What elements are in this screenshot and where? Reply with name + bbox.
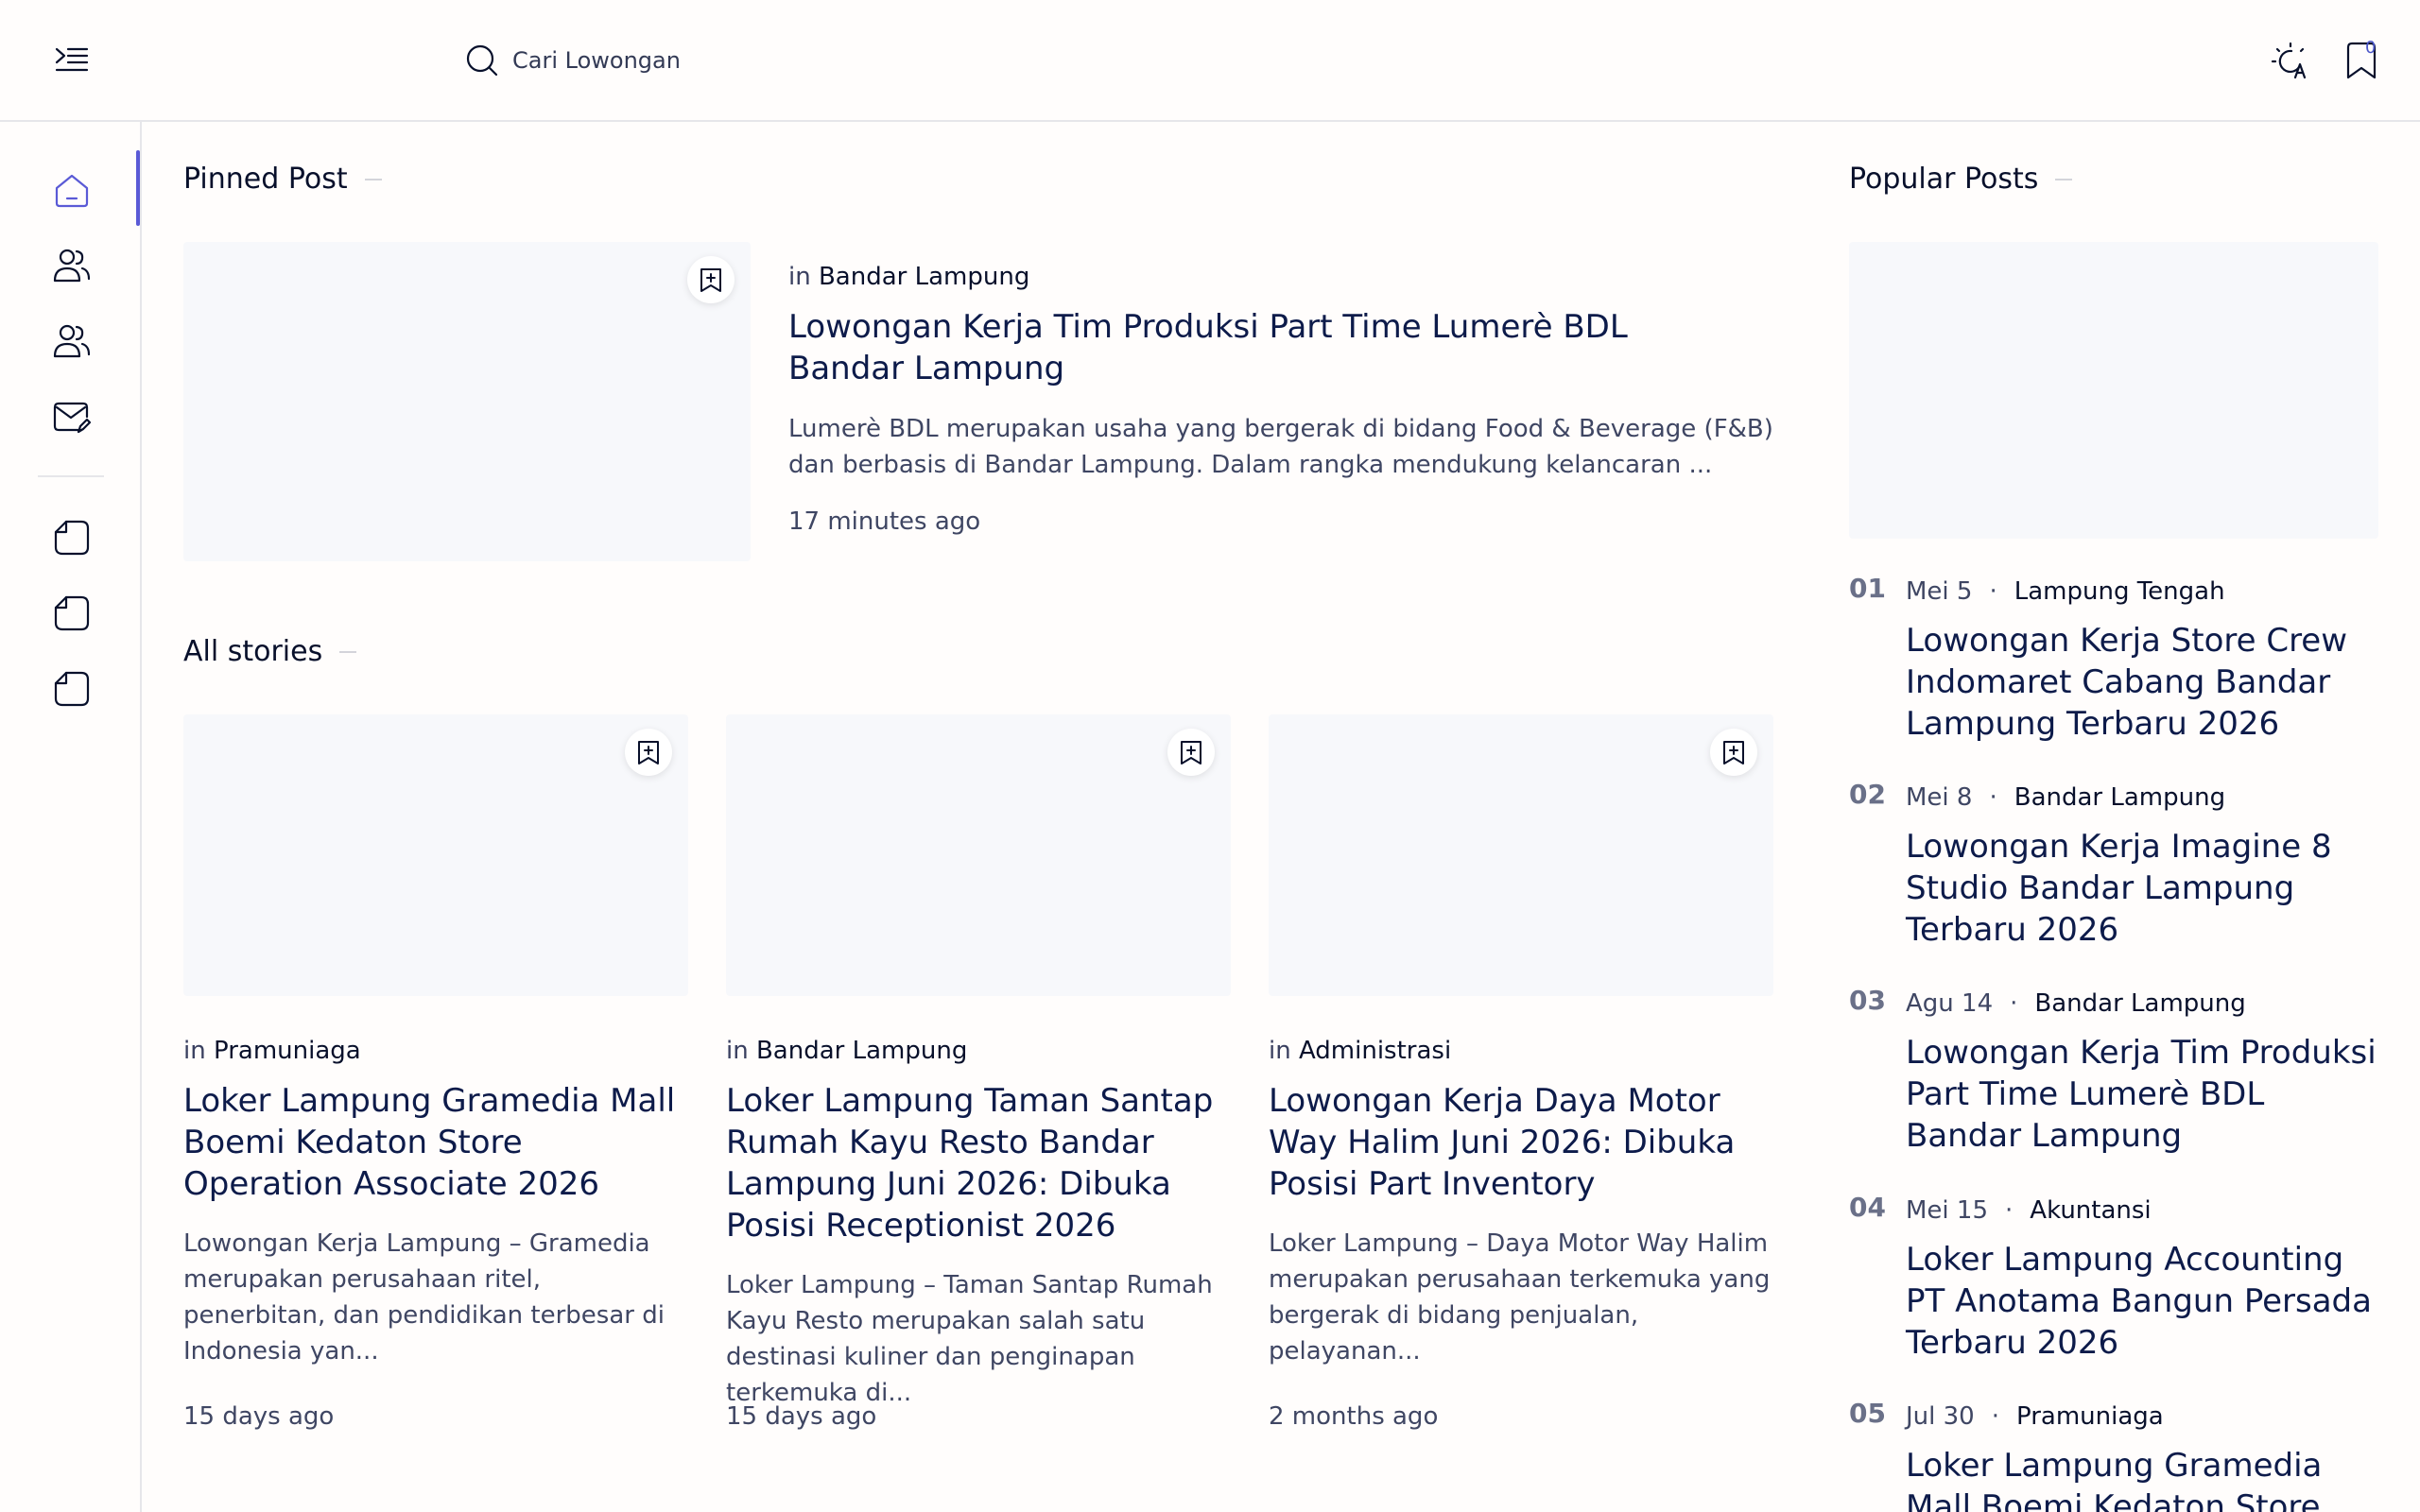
pinned-post-thumbnail[interactable] (183, 242, 751, 561)
story-category: in Pramuniaga (183, 1037, 361, 1065)
popular-date: Agu 14 (1906, 989, 1994, 1018)
popular-meta: Jul 30 · Pramuniaga (1906, 1402, 2164, 1431)
pinned-post-in-label: in (788, 263, 811, 291)
sidebar-item-groups[interactable] (51, 320, 93, 362)
popular-posts-heading-text: Popular Posts (1849, 163, 2039, 196)
popular-rank: 03 (1849, 985, 1886, 1016)
bookmark-add-icon (1723, 741, 1744, 765)
menu-toggle-icon[interactable] (53, 43, 91, 77)
all-stories-heading-text: All stories (183, 635, 323, 668)
bookmark-add-icon (700, 268, 721, 292)
meta-separator: · (1991, 1402, 1999, 1431)
popular-meta: Mei 15 · Akuntansi (1906, 1196, 2152, 1225)
top-header: 0 (0, 0, 2420, 122)
story-save-button[interactable] (625, 729, 672, 776)
bookmark-add-icon (638, 741, 659, 765)
story-title[interactable]: Lowongan Kerja Daya Motor Way Halim Juni… (1269, 1080, 1773, 1205)
popular-rank: 05 (1849, 1398, 1886, 1429)
story-title[interactable]: Loker Lampung Taman Santap Rumah Kayu Re… (726, 1080, 1231, 1246)
popular-category-link[interactable]: Bandar Lampung (2014, 783, 2225, 812)
popular-title[interactable]: Loker Lampung Accounting PT Anotama Bang… (1906, 1239, 2388, 1364)
sidebar-item-page-2[interactable] (51, 593, 93, 634)
pinned-post-time: 17 minutes ago (788, 507, 981, 536)
story-category-link[interactable]: Pramuniaga (214, 1037, 361, 1065)
pinned-post-category: in Bandar Lampung (788, 263, 1029, 291)
popular-featured-thumbnail[interactable] (1849, 242, 2378, 539)
story-save-button[interactable] (1167, 729, 1215, 776)
pinned-post-heading-text: Pinned Post (183, 163, 348, 196)
pinned-post-excerpt: Lumerè BDL merupakan usaha yang bergerak… (788, 415, 1773, 479)
story-thumbnail[interactable] (726, 714, 1231, 996)
story-category-link[interactable]: Administrasi (1299, 1037, 1451, 1065)
search-icon[interactable] (463, 42, 501, 79)
popular-meta: Agu 14 · Bandar Lampung (1906, 989, 2246, 1018)
sidebar-item-page-1[interactable] (51, 517, 93, 558)
popular-title[interactable]: Loker Lampung Gramedia Mall Boemi Kedato… (1906, 1445, 2388, 1512)
story-in-label: in (1269, 1037, 1291, 1065)
pinned-post-heading: Pinned Post (183, 163, 382, 196)
popular-category-link[interactable]: Akuntansi (2030, 1196, 2151, 1225)
popular-date: Mei 15 (1906, 1196, 1989, 1225)
popular-title[interactable]: Lowongan Kerja Tim Produksi Part Time Lu… (1906, 1032, 2388, 1157)
pinned-save-button[interactable] (687, 256, 735, 303)
popular-meta: Mei 8 · Bandar Lampung (1906, 783, 2225, 812)
pinned-post-category-link[interactable]: Bandar Lampung (819, 263, 1029, 291)
story-category: in Administrasi (1269, 1037, 1451, 1065)
popular-date: Mei 5 (1906, 577, 1973, 606)
meta-separator: · (1989, 783, 1997, 812)
popular-rank: 01 (1849, 573, 1886, 604)
story-in-label: in (183, 1037, 206, 1065)
story-excerpt: Lowongan Kerja Lampung – Gramedia merupa… (183, 1229, 665, 1366)
sidebar-item-home[interactable] (51, 169, 93, 211)
story-in-label: in (726, 1037, 749, 1065)
popular-rank: 04 (1849, 1192, 1886, 1223)
meta-separator: · (2005, 1196, 2014, 1225)
popular-rank: 02 (1849, 779, 1886, 810)
popular-date: Mei 8 (1906, 783, 1973, 812)
all-stories-heading: All stories (183, 635, 357, 668)
meta-separator: · (2010, 989, 2018, 1018)
sidebar-item-page-3[interactable] (51, 668, 93, 710)
popular-category-link[interactable]: Pramuniaga (2016, 1402, 2164, 1431)
popular-category-link[interactable]: Lampung Tengah (2014, 577, 2225, 606)
search-bar (463, 40, 853, 81)
theme-toggle-icon[interactable] (2271, 42, 2310, 81)
story-category: in Bandar Lampung (726, 1037, 967, 1065)
story-excerpt: Loker Lampung – Taman Santap Rumah Kayu … (726, 1271, 1213, 1407)
popular-title[interactable]: Lowongan Kerja Store Crew Indomaret Caba… (1906, 620, 2388, 745)
story-excerpt: Loker Lampung – Daya Motor Way Halim mer… (1269, 1229, 1771, 1366)
sidebar-divider (38, 475, 104, 477)
pinned-post-title[interactable]: Lowongan Kerja Tim Produksi Part Time Lu… (788, 306, 1743, 389)
sidebar-active-indicator (136, 150, 140, 226)
popular-category-link[interactable]: Bandar Lampung (2034, 989, 2245, 1018)
story-save-button[interactable] (1710, 729, 1757, 776)
bookmark-add-icon (1181, 741, 1201, 765)
popular-date: Jul 30 (1906, 1402, 1975, 1431)
story-time: 2 months ago (1269, 1402, 1439, 1431)
story-thumbnail[interactable] (1269, 714, 1773, 996)
story-category-link[interactable]: Bandar Lampung (756, 1037, 967, 1065)
popular-posts-heading: Popular Posts (1849, 163, 2073, 196)
sidebar-item-messages[interactable] (51, 396, 93, 438)
story-time: 15 days ago (726, 1402, 877, 1431)
popular-meta: Mei 5 · Lampung Tengah (1906, 577, 2225, 606)
sidebar-nav (0, 122, 142, 1512)
sidebar-item-users[interactable] (51, 245, 93, 286)
meta-separator: · (1989, 577, 1997, 606)
story-title[interactable]: Loker Lampung Gramedia Mall Boemi Kedato… (183, 1080, 688, 1205)
bookmark-count-badge: 0 (2365, 38, 2377, 58)
story-time: 15 days ago (183, 1402, 335, 1431)
story-thumbnail[interactable] (183, 714, 688, 996)
popular-title[interactable]: Lowongan Kerja Imagine 8 Studio Bandar L… (1906, 826, 2388, 951)
search-input[interactable] (512, 42, 853, 79)
